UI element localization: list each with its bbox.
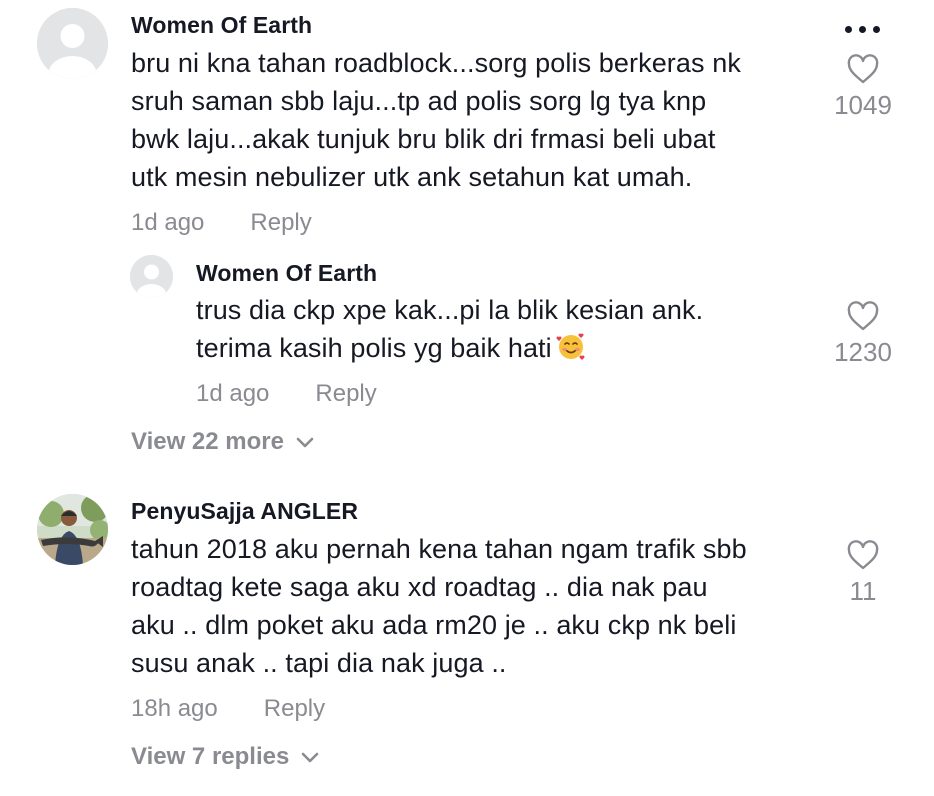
comment-text: tahun 2018 aku pernah kena tahan ngam tr… — [131, 530, 747, 682]
default-avatar-icon — [37, 8, 108, 79]
reply-line: trus dia ckp xpe kak...pi la blik kesian… — [196, 295, 704, 325]
reply-time: 1d ago — [196, 380, 270, 407]
comment-time: 1d ago — [131, 209, 205, 236]
view-more-replies-button[interactable]: View 7 replies — [131, 743, 319, 771]
like-count: 1049 — [834, 90, 892, 120]
comment-line: bru ni kna tahan roadblock...sorg polis … — [131, 48, 741, 78]
comment-meta: 18h ago Reply — [131, 695, 325, 723]
more-options-icon[interactable] — [845, 26, 880, 33]
profile-photo-angler — [37, 494, 108, 565]
reply-text: trus dia ckp xpe kak...pi la blik kesian… — [196, 291, 703, 367]
comment-line: bwk laju...akak tunjuk bru blik dri frma… — [131, 124, 716, 154]
reply-button[interactable]: Reply — [315, 380, 376, 407]
heart-icon — [847, 54, 879, 84]
view-more-label: View 7 replies — [131, 743, 290, 770]
comment-username[interactable]: PenyuSajja ANGLER — [131, 498, 358, 525]
comment-line: susu anak .. tapi dia nak juga .. — [131, 648, 507, 678]
reply-line: terima kasih polis yg baik hati — [196, 329, 703, 367]
avatar[interactable] — [37, 8, 108, 79]
reply-meta: 1d ago Reply — [196, 380, 377, 408]
smiling-face-with-hearts-emoji — [556, 333, 585, 360]
chevron-down-icon — [302, 752, 319, 763]
comment-text: bru ni kna tahan roadblock...sorg polis … — [131, 44, 741, 196]
comment-username[interactable]: Women Of Earth — [131, 12, 312, 39]
avatar[interactable] — [37, 494, 108, 565]
reply-button[interactable]: Reply — [264, 695, 325, 722]
view-more-replies-button[interactable]: View 22 more — [131, 428, 314, 456]
heart-icon — [847, 540, 879, 570]
comment-line: tahun 2018 aku pernah kena tahan ngam tr… — [131, 534, 747, 564]
avatar[interactable] — [130, 255, 173, 298]
like-button[interactable]: 1049 — [813, 54, 913, 121]
view-more-label: View 22 more — [131, 428, 284, 455]
comment-line: sruh saman sbb laju...tp ad polis sorg l… — [131, 86, 707, 116]
like-button[interactable]: 1230 — [813, 301, 913, 368]
like-count: 11 — [849, 576, 877, 606]
comment-meta: 1d ago Reply — [131, 209, 312, 237]
comment-time: 18h ago — [131, 695, 218, 722]
comment-line: roadtag kete saga aku xd roadtag .. dia … — [131, 572, 708, 602]
reply-button[interactable]: Reply — [250, 209, 311, 236]
comment-line: aku .. dlm poket aku ada rm20 je .. aku … — [131, 610, 737, 640]
comment-line: utk mesin nebulizer utk ank setahun kat … — [131, 162, 693, 192]
reply-line-text: terima kasih polis yg baik hati — [196, 333, 552, 363]
default-avatar-icon — [130, 255, 173, 298]
chevron-down-icon — [296, 437, 314, 448]
reply-username[interactable]: Women Of Earth — [196, 260, 377, 287]
like-count: 1230 — [834, 337, 892, 367]
heart-icon — [847, 301, 879, 331]
like-button[interactable]: 11 — [813, 540, 913, 607]
